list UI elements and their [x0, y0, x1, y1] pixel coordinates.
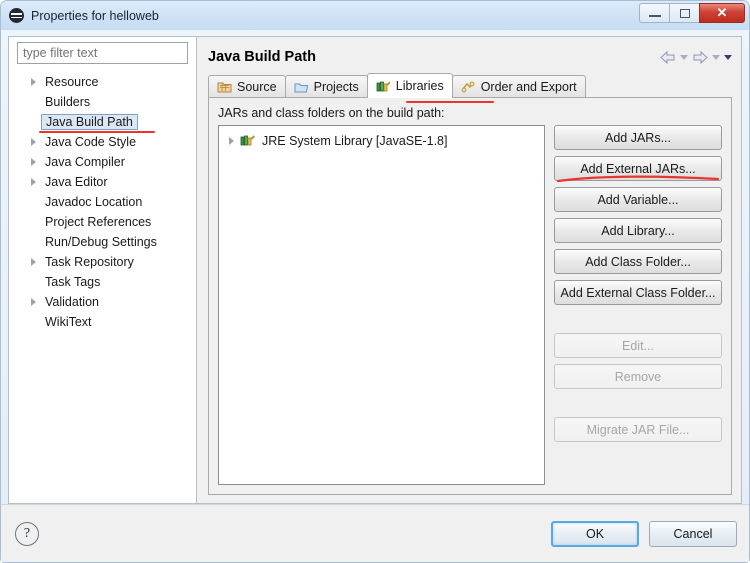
- page-header: Java Build Path: [208, 44, 732, 70]
- view-menu-chevron-down-icon[interactable]: [724, 54, 732, 60]
- add-external-class-folder-button[interactable]: Add External Class Folder...: [554, 280, 722, 305]
- sidebar-item-label: Run/Debug Settings: [45, 235, 157, 249]
- sidebar-item-wikitext[interactable]: WikiText: [9, 312, 196, 332]
- expand-arrow-icon[interactable]: [31, 178, 36, 186]
- libraries-tab-panel: JARs and class folders on the build path…: [208, 98, 732, 495]
- eclipse-icon: [9, 8, 24, 23]
- sidebar-item-label: Project References: [45, 215, 152, 229]
- tab-order-and-export[interactable]: Order and Export: [451, 75, 586, 97]
- page-navigation: [660, 50, 732, 64]
- tab-label: Order and Export: [480, 79, 577, 94]
- expand-arrow-icon[interactable]: [31, 158, 36, 166]
- sidebar-item-label: WikiText: [45, 315, 92, 329]
- order-export-icon: [461, 80, 476, 94]
- sidebar-item-java-compiler[interactable]: Java Compiler: [9, 152, 196, 172]
- maximize-button[interactable]: [669, 3, 699, 23]
- tab-label: Projects: [313, 79, 359, 94]
- window-controls: ✕: [639, 3, 745, 23]
- cancel-button[interactable]: Cancel: [649, 520, 737, 547]
- sidebar-item-label: Resource: [45, 75, 99, 89]
- libraries-books-icon: [376, 79, 391, 93]
- build-path-entries-list[interactable]: JRE System Library [JavaSE-1.8]: [218, 125, 545, 485]
- settings-tree-panel: Resource Builders Java Build Path Java C…: [8, 36, 196, 504]
- libraries-action-buttons: Add JARs... Add External JARs... Add Var…: [554, 125, 722, 485]
- list-item[interactable]: JRE System Library [JavaSE-1.8]: [223, 131, 540, 151]
- expand-arrow-icon[interactable]: [31, 298, 36, 306]
- footer-actions: OK Cancel: [551, 520, 737, 547]
- add-class-folder-button[interactable]: Add Class Folder...: [554, 249, 722, 274]
- expand-arrow-icon[interactable]: [31, 78, 36, 86]
- sidebar-item-task-tags[interactable]: Task Tags: [9, 272, 196, 292]
- add-library-button[interactable]: Add Library...: [554, 218, 722, 243]
- sidebar-item-resource[interactable]: Resource: [9, 72, 196, 92]
- content-row: Resource Builders Java Build Path Java C…: [8, 36, 742, 504]
- forward-arrow-icon[interactable]: [692, 50, 708, 64]
- sidebar-item-java-editor[interactable]: Java Editor: [9, 172, 196, 192]
- sidebar-item-builders[interactable]: Builders: [9, 92, 196, 112]
- build-path-description: JARs and class folders on the build path…: [218, 106, 445, 120]
- annotation-underline-tab: [406, 100, 494, 103]
- sidebar-item-project-references[interactable]: Project References: [9, 212, 196, 232]
- expand-arrow-icon[interactable]: [31, 138, 36, 146]
- tab-libraries[interactable]: Libraries: [366, 73, 453, 98]
- java-build-path-page: Java Build Path Source Projects Librarie…: [196, 36, 742, 504]
- tab-label: Libraries: [395, 78, 444, 93]
- source-folder-icon: [217, 80, 232, 94]
- migrate-jar-file-button[interactable]: Migrate JAR File...: [554, 417, 722, 442]
- minimize-button[interactable]: [639, 3, 669, 23]
- add-variable-button[interactable]: Add Variable...: [554, 187, 722, 212]
- ok-button[interactable]: OK: [551, 520, 639, 547]
- properties-dialog-window: Properties for helloweb ✕ Resource: [0, 0, 750, 563]
- sidebar-item-label: Validation: [45, 295, 99, 309]
- build-path-tabs: Source Projects Libraries Order and Expo…: [208, 73, 732, 103]
- tab-projects[interactable]: Projects: [284, 75, 368, 97]
- filter-wrapper: [9, 42, 196, 70]
- add-external-jars-button[interactable]: Add External JARs...: [554, 156, 722, 181]
- back-menu-chevron-down-icon[interactable]: [680, 54, 688, 60]
- sidebar-item-label: Task Repository: [45, 255, 134, 269]
- sidebar-item-label: Builders: [45, 95, 91, 109]
- sidebar-item-label: Java Code Style: [45, 135, 137, 149]
- dialog-footer: ? OK Cancel: [1, 504, 749, 562]
- projects-folder-icon: [294, 80, 309, 94]
- sidebar-item-label: Java Compiler: [45, 155, 125, 169]
- back-arrow-icon[interactable]: [660, 50, 676, 64]
- remove-button[interactable]: Remove: [554, 364, 722, 389]
- window-title: Properties for helloweb: [31, 8, 159, 23]
- add-jars-button[interactable]: Add JARs...: [554, 125, 722, 150]
- sidebar-item-run-debug-settings[interactable]: Run/Debug Settings: [9, 232, 196, 252]
- edit-button[interactable]: Edit...: [554, 333, 722, 358]
- sidebar-item-label: Javadoc Location: [45, 195, 143, 209]
- filter-input[interactable]: [17, 42, 188, 64]
- sidebar-item-task-repository[interactable]: Task Repository: [9, 252, 196, 272]
- library-icon: [240, 133, 256, 150]
- libraries-columns: JRE System Library [JavaSE-1.8] Add JARs…: [218, 125, 722, 485]
- sidebar-item-label: Java Build Path: [41, 114, 138, 130]
- button-group-separator: [554, 311, 722, 327]
- expand-arrow-icon[interactable]: [229, 137, 234, 145]
- sidebar-item-java-build-path[interactable]: Java Build Path: [9, 112, 196, 133]
- button-group-separator-2: [554, 395, 722, 411]
- page-title: Java Build Path: [208, 49, 316, 65]
- forward-menu-chevron-down-icon[interactable]: [712, 54, 720, 60]
- title-bar: Properties for helloweb ✕: [1, 1, 749, 30]
- expand-arrow-icon[interactable]: [31, 258, 36, 266]
- sidebar-item-validation[interactable]: Validation: [9, 292, 196, 312]
- sidebar-item-java-code-style[interactable]: Java Code Style: [9, 132, 196, 152]
- tab-label: Source: [237, 79, 277, 94]
- sidebar-item-label: Java Editor: [45, 175, 108, 189]
- help-button[interactable]: ?: [15, 521, 39, 546]
- sidebar-item-javadoc-location[interactable]: Javadoc Location: [9, 192, 196, 212]
- close-button[interactable]: ✕: [699, 3, 745, 23]
- dialog-body: Resource Builders Java Build Path Java C…: [1, 30, 749, 504]
- list-item-label: JRE System Library [JavaSE-1.8]: [262, 134, 448, 148]
- sidebar-item-label: Task Tags: [45, 275, 101, 289]
- settings-tree: Resource Builders Java Build Path Java C…: [9, 70, 196, 503]
- tab-source[interactable]: Source: [208, 75, 286, 97]
